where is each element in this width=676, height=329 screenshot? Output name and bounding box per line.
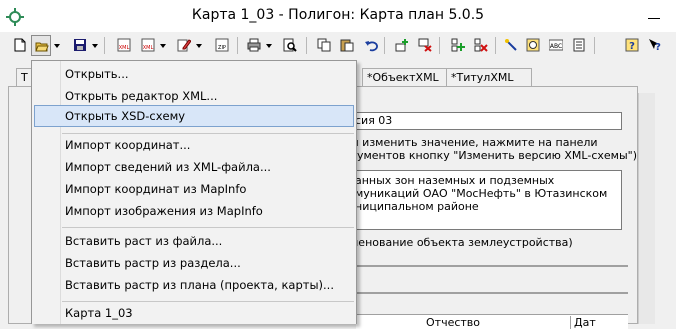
- column-patronymic: Отчество: [426, 316, 481, 329]
- toolbar-separator: [594, 37, 595, 54]
- open-folder-icon[interactable]: [31, 35, 51, 56]
- open-dropdown-arrow[interactable]: [53, 35, 62, 56]
- save-dropdown-arrow[interactable]: [91, 35, 100, 56]
- svg-text:ZIP: ZIP: [218, 45, 226, 51]
- menu-item-import-coords[interactable]: Импорт координат...: [34, 134, 354, 156]
- svg-text:XML: XML: [143, 45, 154, 51]
- toolbar-separator: [495, 37, 496, 54]
- object-label: менование объекта землеустройства): [350, 236, 573, 249]
- notes-icon[interactable]: [569, 35, 589, 56]
- xml-dropdown-arrow[interactable]: [159, 35, 168, 56]
- undo-icon[interactable]: [361, 35, 381, 56]
- column-date: Дат: [570, 316, 596, 329]
- menu-item-open-xsd[interactable]: Открыть XSD-схему: [34, 105, 354, 127]
- toolbar-separator: [237, 37, 238, 54]
- paste-icon[interactable]: [337, 35, 357, 56]
- new-doc-icon[interactable]: [10, 35, 30, 56]
- vertical-scrollbar[interactable]: [638, 93, 656, 324]
- edit-dropdown-arrow[interactable]: [195, 35, 204, 56]
- copy-icon[interactable]: [314, 35, 334, 56]
- menu-item-insert-raster-plan[interactable]: Вставить растр из плана (проекта, карты)…: [34, 274, 354, 296]
- menu-item-open[interactable]: Открыть...: [34, 63, 354, 85]
- wand-icon[interactable]: [501, 35, 521, 56]
- abc-icon[interactable]: ABC: [546, 35, 566, 56]
- toolbar-separator: [306, 37, 307, 54]
- description-field[interactable]: анных зон наземных и подземных муникаций…: [350, 170, 622, 230]
- menu-item-import-xml[interactable]: Импорт сведений из XML-файла...: [34, 156, 354, 178]
- tab-first[interactable]: Т: [16, 68, 32, 86]
- print-dropdown-arrow[interactable]: [265, 35, 274, 56]
- context-help-icon[interactable]: ?: [645, 35, 665, 56]
- toolbar-separator: [439, 37, 440, 54]
- tab-title-xml[interactable]: *ТитулXML: [446, 68, 532, 86]
- minimize-button[interactable]: [638, 4, 668, 26]
- xml-import-icon[interactable]: XML: [138, 35, 158, 56]
- menu-item-import-mapinfo-image[interactable]: Импорт изображения из MapInfo: [34, 200, 354, 222]
- add-block-icon[interactable]: [448, 35, 468, 56]
- menu-item-import-mapinfo-coords[interactable]: Импорт координат из MapInfo: [34, 178, 354, 200]
- menu-separator: [62, 227, 354, 228]
- edit-icon[interactable]: [174, 35, 194, 56]
- toolbar: XML XML ZIP ABC ? ?: [0, 32, 676, 61]
- svg-text:ABC: ABC: [550, 43, 562, 50]
- print-preview-icon[interactable]: [280, 35, 300, 56]
- divider: [350, 265, 628, 267]
- open-menu: Открыть... Открыть редактор XML... Откры…: [31, 60, 357, 324]
- delete-row-icon[interactable]: [415, 35, 435, 56]
- svg-text:?: ?: [655, 42, 661, 52]
- toolbar-separator: [104, 37, 105, 54]
- svg-text:XML: XML: [119, 45, 130, 51]
- menu-item-insert-raster-file[interactable]: Вставить раст из файла...: [34, 230, 354, 252]
- help-icon[interactable]: ?: [622, 35, 642, 56]
- menu-item-recent-file[interactable]: Карта 1_03: [34, 302, 354, 324]
- toolbar-separator: [384, 37, 385, 54]
- divider: [350, 292, 628, 294]
- svg-text:?: ?: [629, 41, 635, 52]
- spellcheck-icon[interactable]: [523, 35, 543, 56]
- save-disk-icon[interactable]: [70, 35, 90, 56]
- tab-object-xml[interactable]: *ОбъектXML: [362, 68, 452, 86]
- delete-block-icon[interactable]: [471, 35, 491, 56]
- xml-export-icon[interactable]: XML: [114, 35, 134, 56]
- window-title: Карта 1_03 - Полигон: Карта план 5.0.5: [191, 7, 485, 23]
- table-header: Отчество Дат: [356, 314, 628, 329]
- outer-scroll-area: [655, 93, 676, 324]
- zip-icon[interactable]: ZIP: [212, 35, 232, 56]
- print-icon[interactable]: [244, 35, 264, 56]
- menu-item-open-xml-editor[interactable]: Открыть редактор XML...: [34, 85, 354, 107]
- menu-item-insert-raster-section[interactable]: Вставить растр из раздела...: [34, 252, 354, 274]
- title-bar: Карта 1_03 - Полигон: Карта план 5.0.5: [0, 0, 676, 32]
- add-row-icon[interactable]: [392, 35, 412, 56]
- version-field[interactable]: сия 03: [350, 112, 622, 130]
- version-hint: ы изменить значение, нажмите на панели р…: [350, 136, 637, 162]
